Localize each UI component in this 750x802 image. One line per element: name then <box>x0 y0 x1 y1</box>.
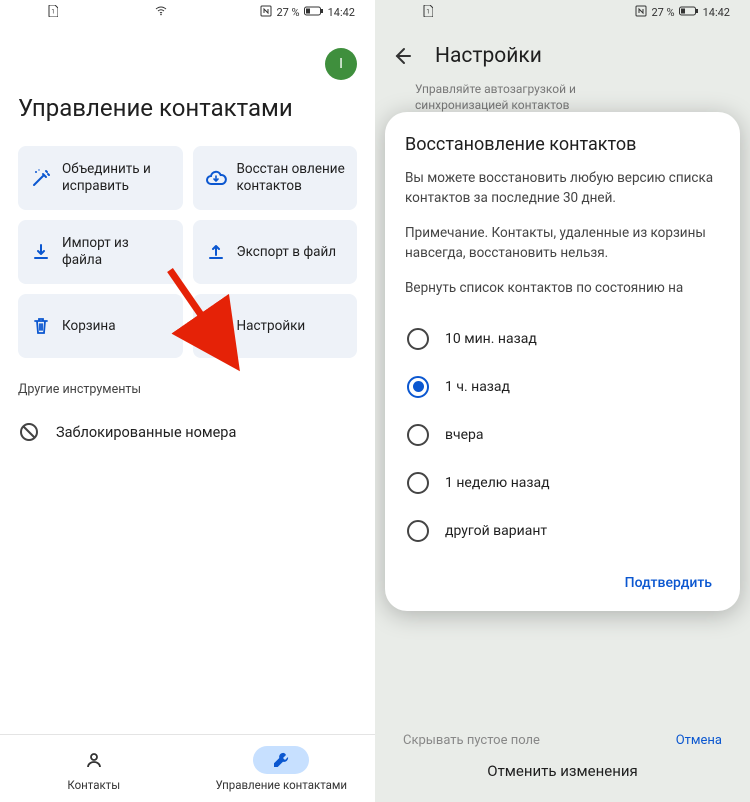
nav-label: Контакты <box>67 778 120 792</box>
tile-label: Настройки <box>237 318 306 335</box>
person-icon <box>84 750 104 770</box>
undo-button[interactable]: Отменить изменения <box>375 750 750 792</box>
row-label: Заблокированные номера <box>56 424 236 441</box>
radio-icon <box>407 520 429 542</box>
tile-label: Объединить и исправить <box>62 161 171 195</box>
page-title: Управление контактами <box>0 88 375 146</box>
confirm-button[interactable]: Подтвердить <box>405 555 720 597</box>
tile-label: Корзина <box>62 318 116 335</box>
radio-label: 1 ч. назад <box>445 379 510 395</box>
nav-label: Управление контактами <box>215 778 347 792</box>
battery-percent: 27 % <box>651 6 674 19</box>
nfc-icon <box>635 5 647 20</box>
tile-trash[interactable]: Корзина <box>18 294 183 358</box>
nav-icon-wrap <box>66 746 122 774</box>
battery-percent: 27 % <box>276 6 299 19</box>
radio-icon <box>407 376 429 398</box>
tile-label: Восстан овление контактов <box>237 161 346 195</box>
radio-icon <box>407 472 429 494</box>
sheet-title: Восстановление контактов <box>405 134 720 155</box>
battery-icon <box>679 6 699 19</box>
sheet-paragraph: Примечание. Контакты, удаленные из корзи… <box>405 224 720 263</box>
left-screen: 1 27 % 14:42 I Управление контактами Объ… <box>0 0 375 802</box>
tile-settings[interactable]: Настройки <box>193 294 358 358</box>
sim-icon: 1 <box>423 5 433 20</box>
gear-icon <box>205 315 227 337</box>
sim-icon: 1 <box>48 5 58 20</box>
sheet-paragraph: Вы можете восстановить любую версию спис… <box>405 169 720 208</box>
upload-icon <box>205 241 227 263</box>
radio-option-10min[interactable]: 10 мин. назад <box>405 315 720 363</box>
avatar[interactable]: I <box>325 48 357 80</box>
battery-icon <box>304 6 324 19</box>
below-sheet-row: Скрывать пустое поле Отмена <box>375 733 750 748</box>
wrench-icon <box>271 750 291 770</box>
right-screen: 1 27 % 14:42 Настройки Управляйте автоза… <box>375 0 750 802</box>
wifi-icon <box>155 6 167 19</box>
nfc-icon <box>260 5 272 20</box>
trash-icon <box>30 315 52 337</box>
radio-label: 1 неделю назад <box>445 475 550 491</box>
back-button[interactable] <box>391 45 413 67</box>
tile-merge-fix[interactable]: Объединить и исправить <box>18 146 183 210</box>
download-icon <box>30 241 52 263</box>
svg-text:1: 1 <box>51 8 54 15</box>
radio-label: другой вариант <box>445 523 547 539</box>
page-title: Настройки <box>435 44 542 68</box>
tile-import[interactable]: Импорт из файла <box>18 220 183 284</box>
cancel-link[interactable]: Отмена <box>676 733 722 748</box>
radio-option-1week[interactable]: 1 неделю назад <box>405 459 720 507</box>
sheet-paragraph: Вернуть список контактов по состоянию на <box>405 279 720 299</box>
tile-label: Экспорт в файл <box>237 244 337 261</box>
hidden-field-label: Скрывать пустое поле <box>403 733 540 748</box>
radio-icon <box>407 328 429 350</box>
header: Настройки <box>375 24 750 82</box>
clock: 14:42 <box>328 6 355 19</box>
tile-grid: Объединить и исправить Восстан овление к… <box>0 146 375 358</box>
tile-restore[interactable]: Восстан овление контактов <box>193 146 358 210</box>
bottom-nav: Контакты Управление контактами <box>0 734 375 802</box>
block-icon <box>18 421 40 443</box>
restore-sheet: Восстановление контактов Вы можете восст… <box>385 112 740 611</box>
clock: 14:42 <box>703 6 730 19</box>
row-blocked-numbers[interactable]: Заблокированные номера <box>0 409 375 455</box>
status-bar: 1 27 % 14:42 <box>375 0 750 24</box>
radio-option-1h[interactable]: 1 ч. назад <box>405 363 720 411</box>
radio-option-other[interactable]: другой вариант <box>405 507 720 555</box>
radio-option-yesterday[interactable]: вчера <box>405 411 720 459</box>
radio-icon <box>407 424 429 446</box>
nav-icon-wrap <box>253 746 309 774</box>
radio-label: 10 мин. назад <box>445 331 537 347</box>
wand-icon <box>30 167 52 189</box>
section-label: Другие инструменты <box>0 358 375 409</box>
tile-label: Импорт из файла <box>62 235 171 269</box>
nav-contacts[interactable]: Контакты <box>0 735 188 802</box>
cloud-icon <box>205 167 227 189</box>
svg-text:1: 1 <box>426 8 429 15</box>
radio-label: вчера <box>445 427 484 443</box>
tile-export[interactable]: Экспорт в файл <box>193 220 358 284</box>
header-row: I <box>0 24 375 88</box>
nav-manage[interactable]: Управление контактами <box>188 735 376 802</box>
status-bar: 1 27 % 14:42 <box>0 0 375 24</box>
